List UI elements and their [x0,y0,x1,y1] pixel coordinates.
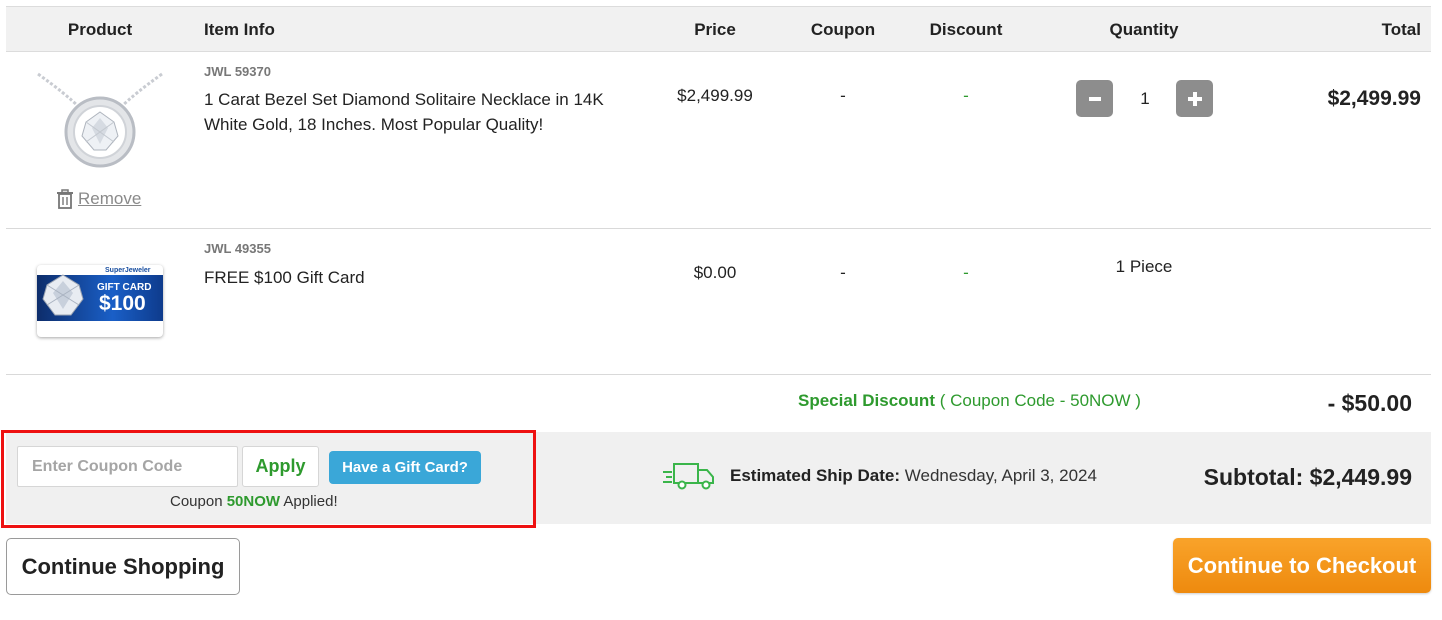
subtotal-amount: $2,449.99 [1309,464,1412,490]
quantity-value: 1 Piece [1115,257,1173,276]
item-title-line-2[interactable]: White Gold, 18 Inches. Most Popular Qual… [204,112,604,137]
header-item-info: Item Info [204,20,275,39]
delivery-truck-icon [663,463,714,490]
coupon-code-input[interactable] [17,446,238,487]
coupon-status-message: Coupon 50NOW Applied! [170,493,338,510]
quantity-increase-button[interactable] [1176,80,1213,117]
cart-table-header: Product Item Info Price Coupon Discount … [6,6,1431,52]
special-discount-label: Special Discount ( Coupon Code - 50NOW ) [798,391,1141,411]
minus-icon [1088,96,1101,101]
quantity-decrease-button[interactable] [1076,80,1113,117]
special-discount-title: Special Discount [798,391,935,410]
header-discount: Discount [929,20,1003,39]
remove-label[interactable]: Remove [78,189,141,209]
item-total: $2,499.99 [1327,87,1421,110]
coupon-status-prefix: Coupon [170,493,223,510]
continue-to-checkout-button[interactable]: Continue to Checkout [1173,538,1431,593]
item-sku: JWL 59370 [204,64,271,79]
item-title-line-1[interactable]: 1 Carat Bezel Set Diamond Solitaire Neck… [204,87,604,112]
ship-date-label: Estimated Ship Date: [730,466,901,485]
item-coupon: - [840,263,846,282]
cart-row: SuperJeweler GIFT CARD $100 JWL 49355 FR… [6,229,1431,375]
continue-shopping-button[interactable]: Continue Shopping [6,538,240,595]
remove-link[interactable]: Remove [56,189,141,209]
necklace-product-image[interactable] [36,68,164,168]
gift-card-button[interactable]: Have a Gift Card? [329,451,481,484]
gift-card-product-image[interactable]: SuperJeweler GIFT CARD $100 [37,265,163,337]
header-product: Product [67,20,133,39]
item-price: $0.00 [693,263,737,282]
cart-row: Remove JWL 59370 1 Carat Bezel Set Diamo… [6,52,1431,229]
plus-icon [1187,91,1202,106]
cart-summary-bar: Apply Have a Gift Card? Coupon 50NOW App… [1,430,1431,528]
item-title[interactable]: 1 Carat Bezel Set Diamond Solitaire Neck… [204,87,604,137]
header-coupon: Coupon [810,20,876,39]
subtotal: Subtotal: $2,449.99 [1204,464,1412,491]
header-price: Price [694,20,736,39]
item-discount: - [963,263,969,282]
quantity-value[interactable]: 1 [1140,89,1149,109]
diamond-icon [42,274,84,316]
item-coupon: - [840,86,846,105]
header-total: Total [1381,20,1421,39]
special-discount-code: ( Coupon Code - 50NOW ) [939,391,1141,410]
ship-date-text: Estimated Ship Date: Wednesday, April 3,… [730,466,1097,486]
item-discount: - [963,86,969,105]
item-title[interactable]: FREE $100 Gift Card [204,265,365,290]
apply-coupon-button[interactable]: Apply [242,446,319,487]
ship-date-value: Wednesday, April 3, 2024 [904,466,1097,485]
gift-card-brand: SuperJeweler [105,267,151,274]
item-sku: JWL 49355 [204,241,271,256]
subtotal-label: Subtotal: [1203,464,1304,490]
special-discount-amount: - $50.00 [1327,390,1412,416]
header-quantity: Quantity [1109,20,1179,39]
estimated-ship-date: Estimated Ship Date: Wednesday, April 3,… [662,462,1097,490]
trash-icon [57,189,73,209]
coupon-section: Apply Have a Gift Card? Coupon 50NOW App… [1,430,536,528]
coupon-status-suffix: Applied! [283,493,338,510]
gift-card-amount: $100 [99,292,146,315]
coupon-status-code: 50NOW [226,493,281,510]
item-price: $2,499.99 [677,86,753,105]
